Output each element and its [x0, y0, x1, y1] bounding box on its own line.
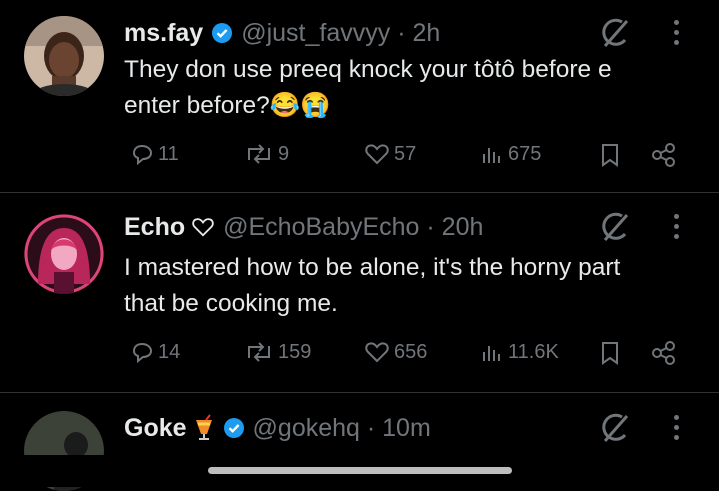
tweet-text: I mastered how to be alone, it's the hor…	[124, 250, 684, 322]
reply-button[interactable]: 11	[130, 142, 179, 166]
reply-count: 14	[158, 340, 181, 363]
author-name[interactable]: ms.fay	[124, 19, 203, 48]
reply-icon	[132, 144, 153, 166]
divider	[0, 392, 719, 393]
verified-icon	[211, 22, 233, 44]
bookmark-icon	[602, 342, 618, 365]
action-bar: 14 159 656 11.6K	[124, 340, 684, 370]
views-button[interactable]: 11.6K	[480, 340, 559, 364]
more-icon[interactable]	[672, 415, 680, 445]
share-icon	[652, 341, 675, 365]
tweet-text: They don use preeq knock your tôtô befor…	[124, 52, 684, 124]
verified-icon	[223, 417, 245, 439]
grok-icon[interactable]	[597, 413, 631, 450]
like-button[interactable]: 656	[364, 340, 427, 364]
author-handle[interactable]: @gokehq · 10m	[253, 414, 431, 443]
repost-icon	[248, 144, 270, 164]
tweet-text-line: enter before?😂😭	[124, 92, 331, 119]
author-handle[interactable]: @EchoBabyEcho · 20h	[223, 213, 483, 242]
home-indicator[interactable]	[208, 467, 512, 474]
bookmark-icon	[602, 144, 618, 167]
like-count: 656	[394, 340, 428, 363]
tweet-text-line: I mastered how to be alone, it's the hor…	[124, 254, 621, 281]
grok-icon[interactable]	[597, 212, 631, 249]
repost-button[interactable]: 159	[244, 340, 311, 364]
reply-button[interactable]: 14	[130, 340, 180, 364]
bookmark-button[interactable]	[598, 340, 622, 366]
reply-icon	[132, 342, 153, 364]
more-icon[interactable]	[672, 214, 680, 244]
tweet-text-line: that be cooking me.	[124, 290, 338, 317]
repost-button[interactable]: 9	[244, 142, 289, 166]
repost-count: 159	[278, 340, 312, 363]
drink-emoji-icon	[193, 414, 215, 442]
avatar[interactable]	[24, 16, 104, 96]
repost-icon	[248, 342, 270, 362]
views-button[interactable]: 675	[480, 142, 541, 166]
share-button[interactable]	[650, 142, 678, 168]
like-count: 57	[394, 142, 417, 165]
reply-count: 11	[158, 142, 179, 165]
like-icon	[365, 144, 389, 165]
author-name[interactable]: Echo	[124, 213, 185, 242]
views-count: 11.6K	[508, 340, 559, 363]
views-count: 675	[508, 142, 542, 165]
grok-icon[interactable]	[597, 18, 631, 55]
tweet-text-line: They don use preeq knock your tôtô befor…	[124, 56, 612, 83]
author-name[interactable]: Goke	[124, 414, 187, 443]
repost-count: 9	[278, 142, 290, 165]
avatar[interactable]	[24, 214, 104, 294]
share-button[interactable]	[650, 340, 678, 366]
bookmark-button[interactable]	[598, 142, 622, 168]
views-icon	[483, 346, 500, 361]
author-handle[interactable]: @just_favvyy · 2h	[241, 19, 440, 48]
heart-badge-icon	[191, 216, 215, 238]
like-icon	[365, 342, 389, 363]
divider	[0, 192, 719, 193]
more-icon[interactable]	[672, 20, 680, 50]
action-bar: 11 9 57 675	[124, 142, 684, 172]
like-button[interactable]: 57	[364, 142, 416, 166]
views-icon	[483, 148, 500, 163]
share-icon	[652, 143, 675, 167]
